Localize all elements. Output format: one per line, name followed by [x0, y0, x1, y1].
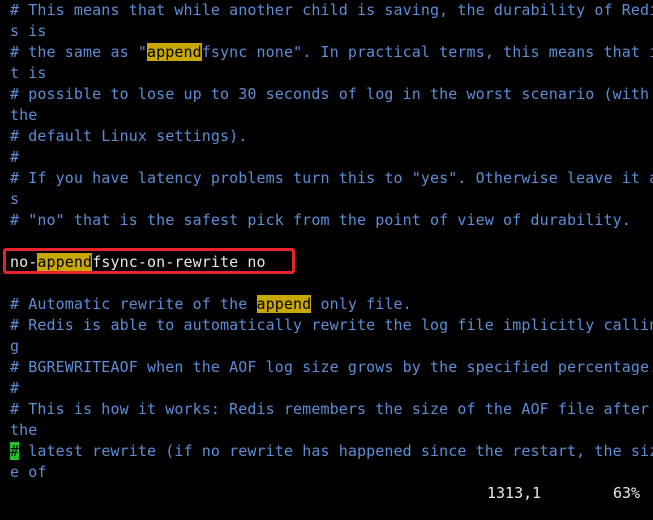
comment-text: t is [10, 64, 47, 82]
comment-line: # default Linux settings). [10, 126, 247, 147]
comment-line: # This is how it works: Redis remembers … [10, 399, 649, 420]
comment-text: latest rewrite (if no rewrite has happen… [19, 442, 653, 460]
comment-text: s is [10, 22, 47, 40]
comment-text: the [10, 421, 38, 439]
comment-text: s [10, 190, 20, 208]
annotation-highlight-box [3, 248, 295, 274]
comment-line: g [10, 336, 19, 357]
comment-text: fsync none". In practical terms, this me… [201, 43, 653, 61]
comment-line: the [10, 420, 37, 441]
comment-text: # BGREWRITEAOF when the AOF log size gro… [10, 358, 653, 376]
comment-text: # This is how it works: Redis remembers … [10, 400, 650, 418]
comment-text: # This means that while another child is… [10, 1, 653, 19]
comment-line: the [10, 105, 37, 126]
comment-text: # [10, 148, 20, 166]
search-match-highlight: append [146, 43, 202, 61]
comment-text: the [10, 106, 38, 124]
text-cursor[interactable]: # [10, 442, 20, 460]
vim-editor[interactable]: # This means that while another child is… [0, 0, 653, 520]
cursor-position-indicator: 1313,1 [487, 484, 542, 502]
comment-line: # the same as "appendfsync none". In pra… [10, 42, 653, 63]
comment-text: # possible to lose up to 30 seconds of l… [10, 85, 650, 103]
comment-line: e of [10, 462, 47, 483]
comment-line: # [10, 378, 19, 399]
comment-line: s [10, 189, 19, 210]
comment-line: # [10, 147, 19, 168]
comment-text: # [10, 379, 20, 397]
comment-text: # "no" that is the safest pick from the … [10, 211, 631, 229]
comment-line: # This means that while another child is… [10, 0, 653, 21]
comment-line: # Redis is able to automatically rewrite… [10, 315, 653, 336]
comment-line: # Automatic rewrite of the append only f… [10, 294, 412, 315]
comment-line: # latest rewrite (if no rewrite has happ… [10, 441, 653, 462]
comment-line: # If you have latency problems turn this… [10, 168, 653, 189]
comment-text: # Automatic rewrite of the [10, 295, 257, 313]
comment-text: # the same as " [10, 43, 147, 61]
comment-line: # BGREWRITEAOF when the AOF log size gro… [10, 357, 653, 378]
comment-text: only file. [311, 295, 412, 313]
search-match-highlight: append [256, 295, 312, 313]
comment-line: s is [10, 21, 47, 42]
comment-text: e of [10, 463, 47, 481]
comment-text: # If you have latency problems turn this… [10, 169, 653, 187]
comment-text: # default Linux settings). [10, 127, 248, 145]
scroll-percent-indicator: 63% [613, 484, 641, 502]
comment-text: g [10, 337, 20, 355]
comment-text: # Redis is able to automatically rewrite… [10, 316, 653, 334]
comment-line: t is [10, 63, 47, 84]
comment-line: # "no" that is the safest pick from the … [10, 210, 631, 231]
comment-line: # possible to lose up to 30 seconds of l… [10, 84, 649, 105]
